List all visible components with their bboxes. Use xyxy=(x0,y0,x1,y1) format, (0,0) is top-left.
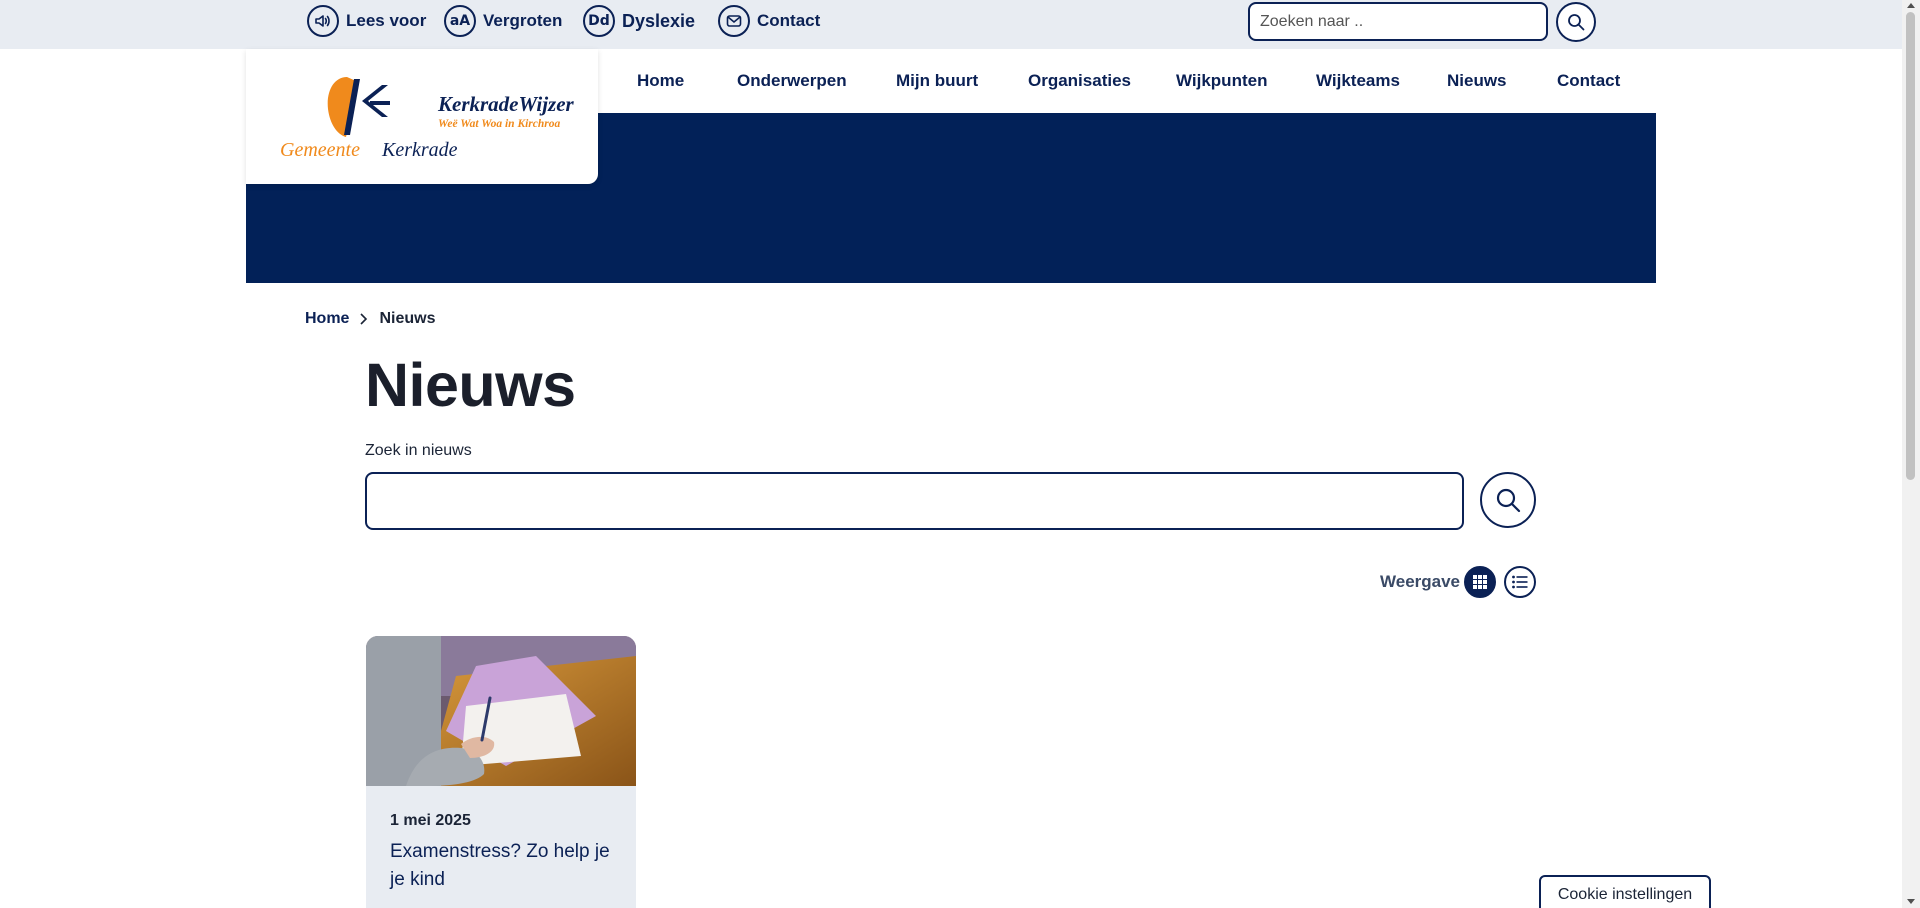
news-card[interactable]: 1 mei 2025 Examenstress? Zo help je je k… xyxy=(366,636,636,908)
speaker-icon xyxy=(307,5,339,37)
logo-municipality-name: Kerkrade xyxy=(381,139,458,161)
dyslexia-icon: Dd xyxy=(583,5,615,37)
page-scrollbar[interactable] xyxy=(1902,0,1920,908)
page-title: Nieuws xyxy=(365,351,576,419)
contact-label: Contact xyxy=(757,11,821,30)
utility-bar: Lees voor aA Vergroten Dd Dyslexie Conta… xyxy=(0,0,1902,49)
list-icon xyxy=(1512,575,1528,589)
scroll-up-icon[interactable] xyxy=(1907,3,1915,8)
contact-button[interactable]: Contact xyxy=(718,5,820,37)
news-card-title[interactable]: Examenstress? Zo help je je kind xyxy=(390,838,620,894)
grid-icon xyxy=(1473,575,1487,589)
enlarge-button[interactable]: aA Vergroten xyxy=(444,5,562,37)
breadcrumb-home-link[interactable]: Home xyxy=(305,310,349,328)
read-aloud-label: Lees voor xyxy=(346,11,427,30)
logo-brand: KerkradeWijzer xyxy=(437,92,575,116)
news-search-input[interactable] xyxy=(365,472,1464,530)
site-search-button[interactable] xyxy=(1556,2,1596,42)
nav-item-wijkpunten[interactable]: Wijkpunten xyxy=(1176,71,1267,91)
dyslexia-label: Dyslexie xyxy=(622,10,696,31)
nav-item-contact[interactable]: Contact xyxy=(1557,71,1620,91)
news-search-label: Zoek in nieuws xyxy=(365,442,472,459)
nav-item-mijn-buurt[interactable]: Mijn buurt xyxy=(896,71,978,91)
mail-icon xyxy=(718,5,750,37)
nav-item-home[interactable]: Home xyxy=(637,71,684,91)
grid-view-button[interactable] xyxy=(1464,566,1496,598)
logo-municipality-prefix: Gemeente xyxy=(280,139,360,161)
site-search-input[interactable] xyxy=(1248,2,1548,41)
list-view-button[interactable] xyxy=(1504,566,1536,598)
breadcrumb-current: Nieuws xyxy=(379,310,436,327)
enlarge-label: Vergroten xyxy=(483,11,563,30)
search-icon xyxy=(1496,488,1521,513)
text-size-icon: aA xyxy=(444,5,476,37)
logo-mark-icon xyxy=(327,77,390,137)
news-search-button[interactable] xyxy=(1480,472,1536,528)
scroll-down-icon[interactable] xyxy=(1907,899,1915,904)
nav-item-organisaties[interactable]: Organisaties xyxy=(1028,71,1131,91)
news-card-date: 1 mei 2025 xyxy=(390,812,471,829)
breadcrumb: Home Nieuws xyxy=(305,310,435,328)
news-card-image xyxy=(366,636,636,786)
nav-item-onderwerpen[interactable]: Onderwerpen xyxy=(737,71,847,91)
nav-item-wijkteams[interactable]: Wijkteams xyxy=(1316,71,1400,91)
cookie-settings-button[interactable]: Cookie instellingen xyxy=(1539,875,1711,908)
site-logo[interactable]: KerkradeWijzer Weë Wat Woa in Kirchroa G… xyxy=(246,49,598,184)
scroll-thumb[interactable] xyxy=(1906,12,1915,480)
dyslexia-button[interactable]: Dd Dyslexie xyxy=(583,5,695,37)
search-icon xyxy=(1568,14,1585,31)
chevron-right-icon xyxy=(360,313,368,325)
nav-item-nieuws[interactable]: Nieuws xyxy=(1447,71,1507,91)
read-aloud-button[interactable]: Lees voor xyxy=(307,5,426,37)
view-toggle-label: Weergave xyxy=(1380,572,1461,591)
logo-tagline: Weë Wat Woa in Kirchroa xyxy=(438,118,561,130)
